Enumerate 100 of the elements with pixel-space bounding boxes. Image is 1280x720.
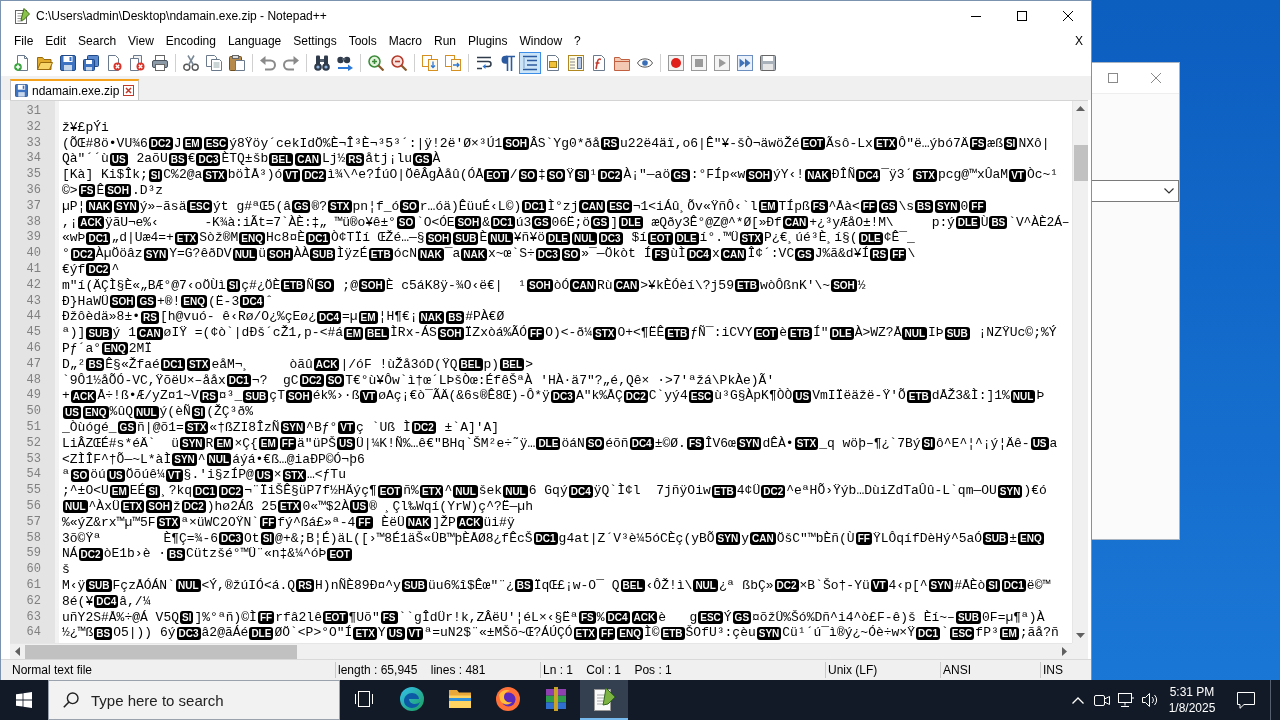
save-all-button[interactable] <box>80 52 102 74</box>
menu-item[interactable]: ? <box>568 32 587 49</box>
control-char-badge: NUL <box>902 326 928 340</box>
volume-icon[interactable] <box>1142 692 1158 708</box>
line-number: 54 <box>25 467 42 484</box>
code-text: ]%°ªñ)©Ì <box>194 609 257 625</box>
code-text: ª <box>62 467 70 484</box>
search-field[interactable]: Type here to search <box>91 691 331 709</box>
control-char-badge: BS <box>989 215 1008 229</box>
code-text: =µ <box>341 309 358 325</box>
dropdown-field[interactable] <box>1092 180 1179 202</box>
control-char-badge: US <box>109 152 128 166</box>
document-map-button[interactable] <box>565 52 587 74</box>
code-text: $í <box>630 230 647 246</box>
menu-item[interactable]: Run <box>428 32 463 49</box>
menu-item[interactable]: Plugins <box>462 32 514 49</box>
menu-item[interactable]: View <box>122 32 160 49</box>
code-text: %ûQ <box>109 404 133 420</box>
control-char-badge: GS <box>292 200 311 214</box>
code-text: TÍpß <box>778 198 810 215</box>
menu-item[interactable]: Encoding <box>159 32 222 49</box>
paste-button[interactable] <box>226 52 248 74</box>
code-text: O)<-ð¼ <box>545 325 592 341</box>
control-char-badge: DC1 <box>522 200 547 214</box>
scroll-left-icon[interactable] <box>15 647 20 656</box>
close-document-button[interactable]: X <box>1071 32 1087 49</box>
stop-button[interactable] <box>688 52 710 74</box>
menu-item[interactable]: Language <box>221 32 288 49</box>
close-icon[interactable] <box>123 85 135 96</box>
control-char-badge: ETB <box>665 326 690 340</box>
control-char-badge: GS <box>732 610 752 624</box>
control-char-badge: DC2 <box>148 137 173 150</box>
menu-item[interactable]: Tools <box>342 32 383 49</box>
notification-icon[interactable] <box>1237 691 1255 709</box>
play-multiple-button[interactable] <box>734 52 756 74</box>
control-char-badge: CAN <box>570 279 597 293</box>
chevron-up-icon[interactable] <box>1072 696 1084 704</box>
taskbar-button[interactable] <box>580 680 628 720</box>
scrollbar-thumb[interactable] <box>1073 145 1088 181</box>
code-text: ÈTQ±šb <box>221 151 269 167</box>
scrollbar-thumb[interactable] <box>25 644 297 659</box>
control-char-badge: NUL <box>134 405 159 419</box>
code-text: (ÕŒ#8ö•VU¾6 <box>62 135 148 152</box>
print-button[interactable] <box>149 52 171 74</box>
menu-item[interactable]: Window <box>513 32 569 49</box>
code-text: ü <box>258 246 266 262</box>
line-number: 61 <box>25 577 42 594</box>
code-text: 0F=µ¶ª)À <box>982 609 1045 626</box>
line-ending-label: Unix (LF) <box>826 662 941 678</box>
control-char-badge: SYN <box>715 531 741 545</box>
control-char-badge: GS <box>117 421 137 435</box>
menu-item[interactable]: Macro <box>382 32 428 49</box>
sync-vertical-button[interactable] <box>419 52 441 74</box>
maximize-icon <box>1017 11 1027 21</box>
sync-horizontal-button[interactable] <box>442 52 464 74</box>
menu-item[interactable]: Settings <box>287 32 343 49</box>
scroll-right-icon[interactable] <box>1062 647 1067 656</box>
zoom-in-button[interactable] <box>365 52 387 74</box>
code-text: 0 <box>960 198 969 215</box>
vertical-scrollbar[interactable] <box>1072 101 1088 643</box>
code-text: ýt g#ªŒ5(â <box>213 198 292 215</box>
file-tab[interactable]: ndamain.exe.zip <box>10 79 140 100</box>
indent-guide-button[interactable] <box>519 52 541 74</box>
control-char-badge: BS <box>167 547 185 561</box>
save-macro-button[interactable] <box>757 52 779 74</box>
camera-icon[interactable] <box>1094 693 1110 707</box>
control-char-badge: ETB <box>711 484 736 498</box>
code-text: ±`A]'A] <box>443 419 500 436</box>
scroll-up-icon[interactable] <box>1076 106 1085 111</box>
scissors-button[interactable] <box>180 52 202 74</box>
control-char-badge: NAK <box>405 516 432 530</box>
control-char-badge: SYN <box>280 421 306 435</box>
control-char-badge: GS <box>795 247 814 261</box>
menu-item[interactable]: Edit <box>39 32 73 49</box>
code-text: eåM¬¸ òãû <box>211 356 313 373</box>
code-text: böÌÅ³)ó <box>227 167 283 183</box>
code-text: ¯ÿ3´ <box>881 167 913 183</box>
control-char-badge: CAN <box>295 152 321 166</box>
control-char-badge: DC3 <box>550 389 575 403</box>
code-text: ª)] <box>62 325 86 341</box>
menu-item[interactable]: File <box>8 32 40 49</box>
zoom-out-button[interactable] <box>388 52 410 74</box>
copy-button[interactable] <box>203 52 225 74</box>
play-button[interactable] <box>711 52 733 74</box>
code-text: ÀµÖöâz <box>95 246 143 262</box>
menu-item[interactable]: Search <box>72 32 123 49</box>
code-text: H)nÑÈ89Ð¤^y <box>315 577 401 594</box>
control-char-badge: ENQ <box>1018 531 1044 545</box>
search-box[interactable]: Type here to search <box>48 680 340 720</box>
save-button[interactable] <box>57 52 79 74</box>
control-char-badge: EM <box>109 484 129 498</box>
control-char-badge: FS <box>652 247 670 261</box>
record-button[interactable] <box>665 52 687 74</box>
horizontal-scrollbar[interactable] <box>10 643 1072 659</box>
scroll-down-icon[interactable] <box>1076 633 1085 638</box>
code-text: × <box>273 467 282 483</box>
control-char-badge: EM <box>182 137 202 150</box>
network-icon[interactable] <box>1118 693 1134 707</box>
control-char-badge: DC2 <box>86 263 111 277</box>
line-number: 50 <box>25 404 42 420</box>
